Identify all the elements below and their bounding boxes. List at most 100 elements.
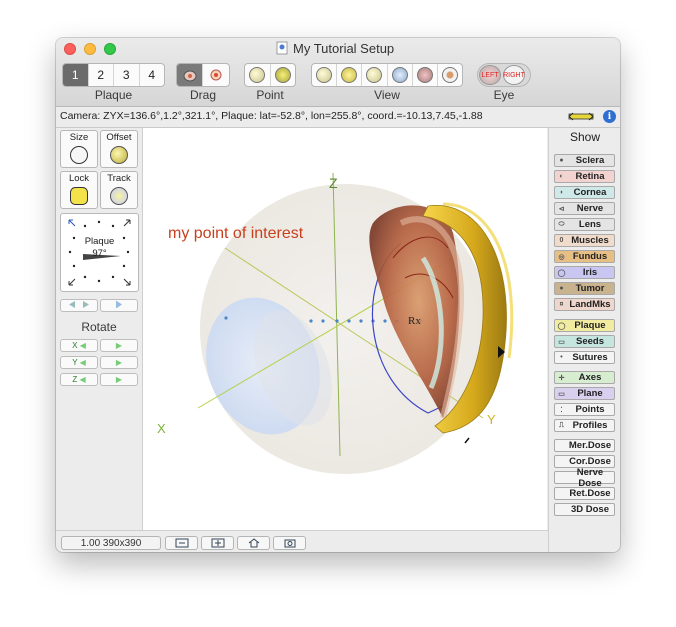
snapshot-button[interactable]: [273, 536, 306, 550]
drag-selector: [176, 63, 230, 87]
rotation-dial-label: Plaque: [84, 236, 115, 247]
point-select-button[interactable]: [271, 64, 296, 86]
show-toggle-label: Cor.Dose: [569, 456, 611, 467]
axis-y-label: Y: [487, 412, 496, 427]
view-top-button[interactable]: [337, 64, 363, 86]
zoom-size-readout: 1.00 390x390: [61, 536, 161, 550]
lock-tool-label: Lock: [68, 173, 90, 184]
axis-z-label: Z: [329, 175, 338, 191]
plaque-tab-1[interactable]: 1: [63, 64, 89, 86]
eye-right-button[interactable]: RIGHT: [503, 65, 525, 85]
zoom-in-button[interactable]: [201, 536, 234, 550]
view-selector: [311, 63, 463, 87]
offset-icon: [110, 146, 128, 164]
eye-rotate-icon: [183, 70, 196, 82]
suture-line: [464, 437, 470, 444]
show-lens-toggle[interactable]: ⬭ Lens: [554, 218, 615, 231]
show-sclera-toggle[interactable]: ● Sclera: [554, 154, 615, 167]
view-home-button[interactable]: [312, 64, 338, 86]
show-toggle-label: Axes: [578, 372, 602, 383]
view-group-label: View: [374, 88, 400, 102]
eye-model-render: Z X Y my point of interest Rx: [157, 172, 514, 474]
eye-3d-viewport[interactable]: Z X Y my point of interest Rx: [143, 128, 547, 531]
bottom-bar: 1.00 390x390: [56, 530, 548, 552]
show-seeds-toggle[interactable]: ▭ Seeds: [554, 335, 615, 348]
size-icon: [70, 146, 88, 164]
eye-left-button[interactable]: LEFT: [479, 65, 501, 85]
minimize-window-button[interactable]: [84, 43, 96, 55]
plaque-tab-2[interactable]: 2: [89, 64, 114, 86]
drag-rotate-button[interactable]: [177, 64, 203, 86]
show-toggle-label: Nerve Dose: [576, 466, 604, 489]
show-cornea-toggle[interactable]: ◗ Cornea: [554, 186, 615, 199]
axis-x-label: X: [157, 421, 166, 436]
show-toggle-label: Lens: [578, 219, 602, 230]
show-profiles-toggle[interactable]: ⎍ Profiles: [554, 419, 615, 432]
plaque-rotation-dial[interactable]: Plaque 97°: [60, 213, 139, 292]
show-axes-toggle[interactable]: ✛ Axes: [554, 371, 615, 384]
rotate-z-plus-button[interactable]: ▶: [100, 373, 138, 386]
point-add-button[interactable]: [245, 64, 271, 86]
flip-left-button[interactable]: [60, 299, 98, 312]
show-iris-toggle[interactable]: ◯ Iris: [554, 266, 615, 279]
plaque-tab-3[interactable]: 3: [114, 64, 140, 86]
view-home-icon: [316, 67, 333, 83]
show-label: Show: [569, 130, 601, 144]
rotate-x-minus-button[interactable]: X ◀: [60, 339, 98, 352]
rotate-y-minus-button[interactable]: Y ◀: [60, 356, 98, 369]
show-retina-toggle[interactable]: ◐ Retina: [554, 170, 615, 183]
show-tumor-toggle[interactable]: ● Tumor: [554, 282, 615, 295]
lock-tool[interactable]: Lock: [60, 171, 98, 209]
show-toggle-icon: ⎍: [559, 421, 564, 429]
show-fundus-toggle[interactable]: ◎ Fundus: [554, 250, 615, 263]
show-plaque-toggle[interactable]: ◯ Plaque: [554, 319, 615, 332]
view-fundus-icon: [441, 67, 458, 83]
view-fundus-button[interactable]: [438, 64, 462, 86]
arrow-left-icon: ◀: [79, 358, 86, 367]
offset-tool-label: Offset: [106, 132, 132, 143]
show-points-toggle[interactable]: ⁚ Points: [554, 403, 615, 416]
show-3d-dose-toggle[interactable]: 3D Dose: [554, 503, 615, 516]
show-toggle-icon: ⊲: [558, 205, 565, 213]
rotate-z-label: Z: [72, 375, 78, 384]
view-front-button[interactable]: [388, 64, 413, 86]
show-mer-dose-toggle[interactable]: Mer.Dose: [554, 439, 615, 452]
view-side-button[interactable]: [362, 64, 388, 86]
arrow-right-icon: ▶: [115, 358, 123, 367]
track-tool[interactable]: Track: [100, 171, 138, 209]
home-view-button[interactable]: [237, 536, 270, 550]
show-toggle-label: Muscles: [571, 235, 609, 246]
show-nerve-dose-toggle[interactable]: Nerve Dose: [554, 467, 615, 489]
rotate-y-plus-button[interactable]: ▶: [100, 356, 138, 369]
point-add-icon: [249, 67, 266, 83]
info-icon[interactable]: i: [603, 110, 616, 123]
show-sutures-toggle[interactable]: • Sutures: [554, 351, 615, 364]
rotate-x-plus-button[interactable]: ▶: [100, 339, 138, 352]
rotate-z-minus-button[interactable]: Z ◀: [60, 373, 98, 386]
flip-right-button[interactable]: [100, 299, 138, 312]
show-toggle-icon: ◐: [559, 173, 564, 180]
show-ret-dose-toggle[interactable]: Ret.Dose: [554, 487, 615, 500]
eye-group-label: Eye: [493, 88, 515, 102]
camera-status-bar: Camera: ZYX=136.6°,1.2°,321.1°, Plaque: …: [56, 107, 620, 128]
show-muscles-toggle[interactable]: 0 Muscles: [554, 234, 615, 247]
drag-hand-button[interactable]: [203, 64, 228, 86]
zoom-window-button[interactable]: [104, 43, 116, 55]
view-eye-button[interactable]: [413, 64, 438, 86]
window-title: My Tutorial Setup: [293, 41, 395, 56]
size-tool[interactable]: Size: [60, 130, 98, 168]
view-front-icon: [391, 67, 408, 83]
show-landmks-toggle[interactable]: ¤ LandMks: [554, 298, 615, 311]
plaque-selector: 1 2 3 4: [62, 63, 165, 87]
show-plane-toggle[interactable]: ▭ Plane: [554, 387, 615, 400]
show-toggle-label: LandMks: [569, 299, 611, 310]
show-toggle-label: Profiles: [572, 420, 608, 431]
show-panel: Show ● Sclera ◐ Retina ◗ Cornea ⊲ Nerve ⬭ Lens 0 Mu…: [548, 128, 620, 552]
track-icon: [110, 187, 128, 205]
plaque-tab-4[interactable]: 4: [140, 64, 165, 86]
zoom-out-button[interactable]: [165, 536, 198, 550]
offset-tool[interactable]: Offset: [100, 130, 138, 168]
close-window-button[interactable]: [64, 43, 76, 55]
show-nerve-toggle[interactable]: ⊲ Nerve: [554, 202, 615, 215]
show-toggle-icon: ◗: [559, 189, 564, 196]
